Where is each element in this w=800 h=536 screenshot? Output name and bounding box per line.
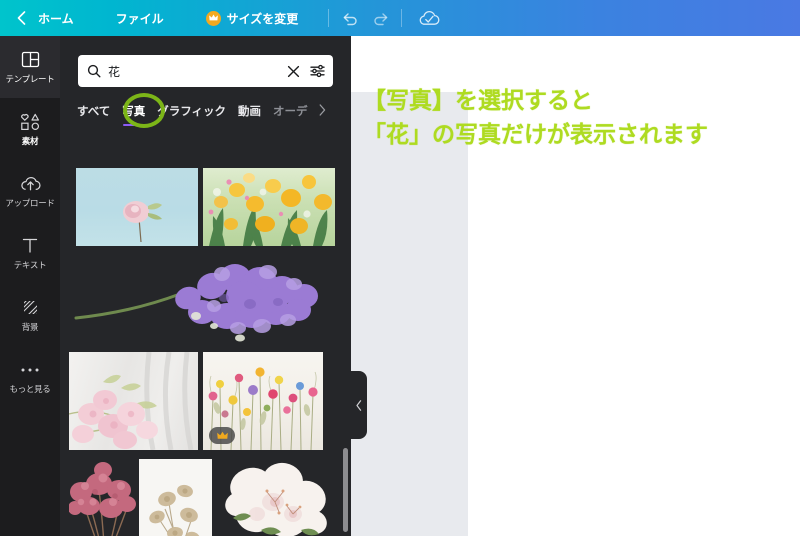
tab-all[interactable]: すべて	[76, 101, 111, 121]
result-thumbnail[interactable]	[76, 168, 198, 246]
left-sidebar-rail: テンプレート 素材 アップロード テキスト 背景 もっと見る	[0, 36, 60, 536]
more-dots-icon	[20, 360, 40, 380]
home-button[interactable]: ホーム	[28, 0, 84, 36]
sidebar-item-elements[interactable]: 素材	[0, 98, 60, 160]
back-button[interactable]	[14, 11, 28, 25]
resize-label: サイズを変更	[226, 11, 299, 26]
result-thumbnail[interactable]	[217, 456, 333, 536]
redo-icon[interactable]	[365, 3, 395, 33]
tab-photos[interactable]: 写真	[121, 101, 146, 126]
sidebar-item-label: もっと見る	[9, 383, 51, 394]
result-thumbnail[interactable]	[72, 254, 336, 346]
layout-template-icon	[21, 50, 40, 70]
home-label: ホーム	[38, 11, 74, 26]
background-hatch-icon	[21, 298, 40, 318]
sidebar-item-label: アップロード	[5, 197, 55, 208]
design-canvas[interactable]	[468, 36, 800, 536]
sidebar-item-more[interactable]: もっと見る	[0, 346, 60, 408]
elements-search-panel: すべて 写真 グラフィック 動画 オーデ	[60, 36, 351, 536]
sidebar-item-label: 背景	[21, 321, 39, 332]
upload-cloud-icon	[20, 174, 41, 194]
file-label: ファイル	[115, 11, 164, 26]
search-bar[interactable]	[78, 55, 333, 87]
crown-icon	[205, 10, 221, 26]
tab-audio[interactable]: オーデ	[272, 101, 309, 121]
sidebar-item-templates[interactable]: テンプレート	[0, 36, 60, 98]
resize-button[interactable]: サイズを変更	[196, 0, 309, 36]
result-thumbnail[interactable]	[203, 352, 323, 450]
text-t-icon	[21, 236, 39, 256]
canva-editor-window: ホーム ファイル サイズを変更 テンプレート 素材 アップロード テキスト 背景…	[0, 0, 800, 536]
filter-sliders-icon[interactable]	[309, 63, 325, 79]
sidebar-item-uploads[interactable]: アップロード	[0, 160, 60, 222]
result-thumbnail[interactable]	[203, 168, 335, 246]
design-workspace[interactable]	[351, 36, 800, 536]
result-thumbnail[interactable]	[69, 456, 140, 536]
search-icon	[86, 63, 102, 79]
search-results-grid	[60, 136, 351, 536]
sidebar-item-text[interactable]: テキスト	[0, 222, 60, 284]
sidebar-item-label: テキスト	[13, 259, 47, 270]
cloud-check-icon[interactable]	[414, 3, 444, 33]
file-menu-button[interactable]: ファイル	[106, 0, 174, 36]
panel-scrollbar-thumb[interactable]	[343, 448, 348, 532]
header-divider-1	[328, 9, 330, 27]
sidebar-item-background[interactable]: 背景	[0, 284, 60, 346]
search-input[interactable]	[108, 64, 279, 78]
tab-video[interactable]: 動画	[237, 101, 262, 121]
elements-shapes-icon	[20, 112, 41, 132]
panel-collapse-button[interactable]	[351, 371, 367, 439]
undo-icon[interactable]	[335, 3, 365, 33]
result-thumbnail[interactable]	[69, 352, 198, 450]
category-tabs: すべて 写真 グラフィック 動画 オーデ	[76, 98, 346, 126]
top-header-bar: ホーム ファイル サイズを変更	[0, 0, 800, 36]
chevron-right-icon[interactable]	[319, 103, 326, 119]
close-x-icon[interactable]	[285, 63, 301, 79]
result-thumbnail[interactable]	[139, 459, 212, 536]
sidebar-item-label: 素材	[21, 135, 39, 146]
tab-graphics[interactable]: グラフィック	[156, 101, 227, 121]
sidebar-item-label: テンプレート	[5, 73, 55, 84]
header-divider-2	[401, 9, 403, 27]
pro-crown-badge	[209, 427, 235, 444]
